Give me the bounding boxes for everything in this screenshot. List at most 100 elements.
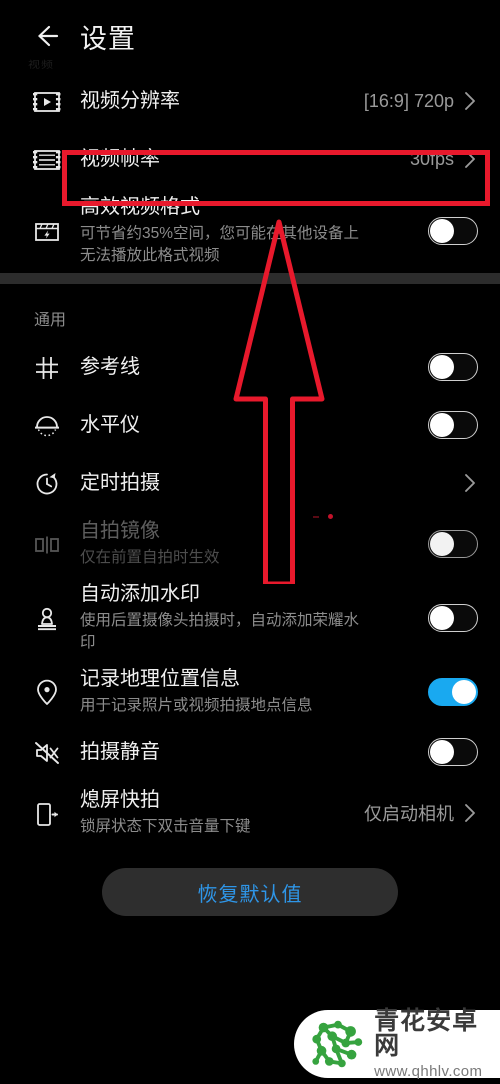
mute-shutter-icon [24,738,70,766]
row-video-framerate[interactable]: 视频帧率 30fps [0,130,500,188]
screen-off-quick-capture-icon [24,797,70,829]
row-control: 仅启动相机 [364,800,478,826]
row-level-meter[interactable]: 水平仪 [0,396,500,454]
green-network-logo [312,1020,363,1068]
row-control [428,603,478,632]
row-subtitle: 锁屏状态下双击音量下键 [80,818,251,835]
row-subtitle: 仅在前置自拍时生效 [80,549,220,566]
row-text: 参考线 [70,354,420,380]
row-mute-shutter[interactable]: 拍摄静音 [0,723,500,781]
row-control [428,216,478,245]
row-label: 拍摄静音 [80,741,160,763]
row-subtitle: 用于记录照片或视频拍摄地点信息 [80,697,313,714]
toggle-mute-shutter[interactable] [428,738,478,766]
watermark-stamp-icon [24,603,70,633]
row-screen-off-quick-capture[interactable]: 熄屏快拍 锁屏状态下双击音量下键 仅启动相机 [0,781,500,844]
row-timed-shooting[interactable]: 定时拍摄 [0,454,500,512]
row-subtitle: 可节省约35%空间，您可能在其他设备上无法播放此格式视频 [80,225,360,264]
section-title-general: 通用 [34,312,67,329]
toggle-knob [430,218,454,243]
reset-defaults-button[interactable]: 恢复默认值 [102,868,398,916]
section-divider-band [0,273,500,284]
toggle-knob [430,740,454,764]
chevron-right-icon [462,89,478,113]
back-arrow-icon [38,25,59,47]
row-label: 高效视频格式 [80,196,200,218]
chevron-right-icon [462,801,478,825]
toggle-level-meter[interactable] [428,411,478,439]
back-button[interactable] [26,16,66,56]
toggle-record-location[interactable] [428,677,478,706]
row-text: 记录地理位置信息 用于记录照片或视频拍摄地点信息 [70,666,420,717]
footer: 恢复默认值 [0,844,500,916]
row-control [462,471,478,495]
row-record-location[interactable]: 记录地理位置信息 用于记录照片或视频拍摄地点信息 [0,660,500,723]
row-control [428,411,478,439]
toggle-knob [430,531,454,556]
red-tick-mark [313,516,319,518]
row-label: 记录地理位置信息 [80,668,240,690]
timer-icon [24,468,70,498]
watermark-url: www.qhhlv.com [374,1063,483,1080]
toggle-grid-lines[interactable] [428,353,478,381]
row-label: 自动添加水印 [80,583,200,605]
row-control [428,738,478,766]
watermark-text: 青花安卓网 www.qhhlv.com [374,1007,500,1080]
toggle-knob [430,355,454,379]
video-framerate-icon [24,145,70,173]
row-video-resolution[interactable]: 视频分辨率 [16:9] 720p [0,72,500,130]
general-section: 通用 参考线 水平仪 定时拍摄 自拍镜像 仅在前置自拍时生效 自动添加水印 使用… [0,284,500,844]
toggle-efficient-video-format[interactable] [428,216,478,245]
row-text: 自拍镜像 仅在前置自拍时生效 [70,518,420,569]
chevron-right-icon [462,147,478,171]
row-text: 定时拍摄 [70,470,454,496]
video-section: 视频分辨率 [16:9] 720p 视频帧率 30fps 高效视频格式 可节省约… [0,72,500,273]
row-text: 高效视频格式 可节省约35%空间，您可能在其他设备上无法播放此格式视频 [70,194,420,267]
level-meter-icon [24,411,70,439]
settings-screen: 设置 视频 视频分辨率 [16:9] 720p 视频帧率 30fps 高效视频格… [0,0,500,1084]
mirror-selfie-icon [24,530,70,558]
row-text: 视频分辨率 [70,88,356,114]
row-mirror-selfie[interactable]: 自拍镜像 仅在前置自拍时生效 [0,512,500,575]
row-text: 自动添加水印 使用后置摄像头拍摄时，自动添加荣耀水印 [70,581,420,654]
row-label: 自拍镜像 [80,520,160,542]
row-value: 30fps [409,148,454,169]
row-control: [16:9] 720p [364,89,478,113]
toggle-knob [430,413,454,437]
toggle-knob [452,679,476,704]
row-label: 水平仪 [80,414,140,436]
row-subtitle: 使用后置摄像头拍摄时，自动添加荣耀水印 [80,612,360,651]
row-auto-watermark[interactable]: 自动添加水印 使用后置摄像头拍摄时，自动添加荣耀水印 [0,575,500,660]
row-text: 熄屏快拍 锁屏状态下双击音量下键 [70,787,356,838]
row-label: 视频分辨率 [80,90,180,112]
row-text: 拍摄静音 [70,739,420,765]
efficient-video-format-icon [24,216,70,246]
row-control: 30fps [410,147,478,171]
row-text: 视频帧率 [70,146,402,172]
row-control [428,529,478,558]
row-value: [16:9] 720p [363,90,454,111]
site-watermark: 青花安卓网 www.qhhlv.com [294,1007,500,1080]
row-control [428,677,478,706]
toggle-knob [430,605,454,630]
ghost-section-label: 视频 [28,59,55,71]
row-grid-lines[interactable]: 参考线 [0,338,500,396]
grid-lines-icon [24,353,70,381]
location-pin-icon [24,677,70,707]
toggle-auto-watermark[interactable] [428,603,478,632]
row-label: 视频帧率 [80,148,160,170]
row-control [428,353,478,381]
chevron-right-icon [462,471,478,495]
app-header: 设置 [0,0,500,72]
page-title: 设置 [80,23,136,54]
watermark-site-name: 青花安卓网 [374,1007,479,1060]
row-text: 水平仪 [70,412,420,438]
row-value: 仅启动相机 [364,803,454,824]
row-efficient-video-format[interactable]: 高效视频格式 可节省约35%空间，您可能在其他设备上无法播放此格式视频 [0,188,500,273]
row-label: 参考线 [80,356,140,378]
toggle-mirror-selfie[interactable] [428,529,478,558]
video-resolution-icon [24,87,70,115]
red-dot-mark [328,514,333,519]
row-label: 熄屏快拍 [80,789,160,811]
row-label: 定时拍摄 [80,472,160,494]
